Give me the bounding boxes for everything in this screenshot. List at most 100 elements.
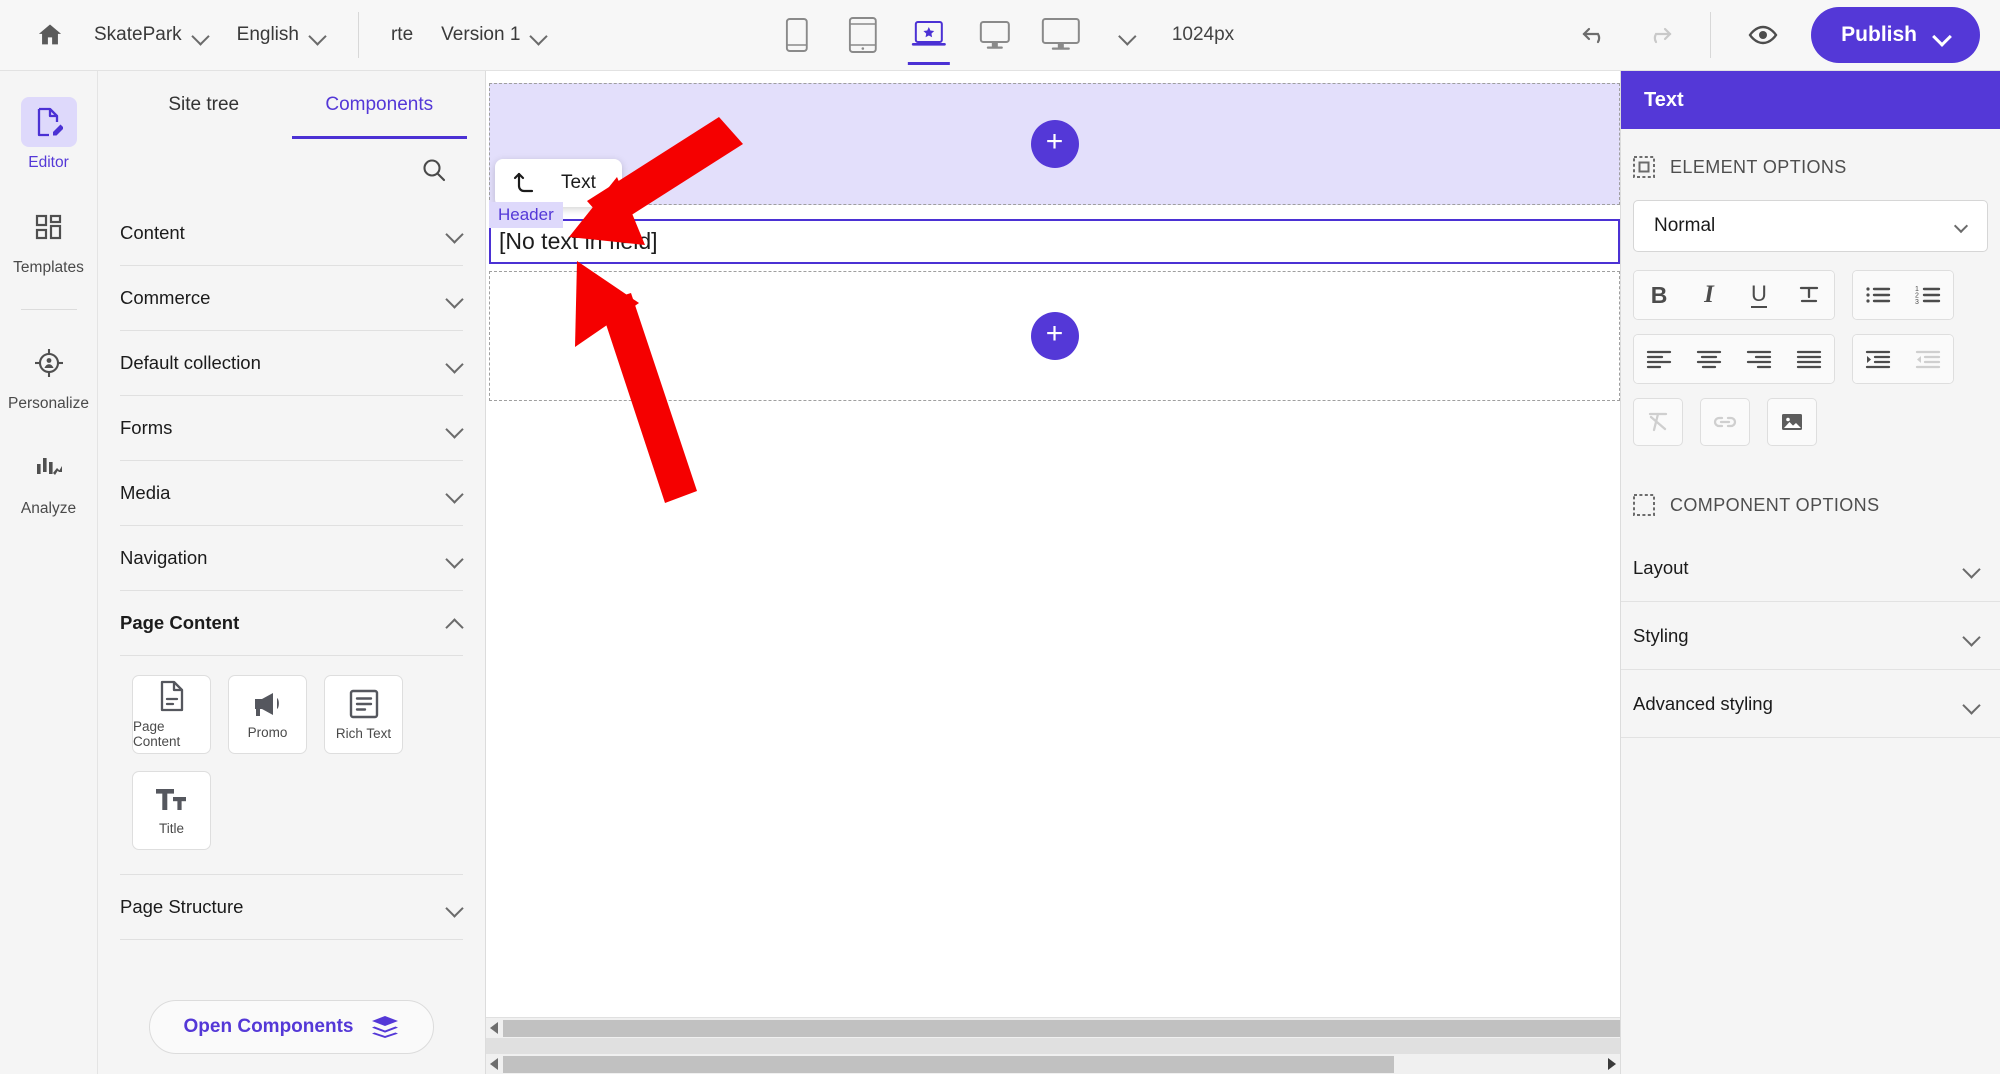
align-center-button[interactable] <box>1684 335 1734 383</box>
italic-button[interactable]: I <box>1684 271 1734 319</box>
site-selector[interactable]: SkatePark <box>80 13 223 57</box>
rail-label-analyze: Analyze <box>21 500 76 518</box>
eye-icon[interactable] <box>1735 7 1791 63</box>
device-mobile-button[interactable] <box>766 5 828 65</box>
rail-item-templates[interactable]: Templates <box>4 202 94 277</box>
selected-element-chip[interactable]: Text <box>495 159 622 207</box>
device-large-desktop-button[interactable] <box>1030 5 1092 65</box>
bulleted-list-button[interactable] <box>1853 271 1903 319</box>
component-card-page-content[interactable]: Page Content <box>132 675 211 754</box>
add-component-button-bottom[interactable]: + <box>1031 312 1079 360</box>
chevron-down-icon <box>446 902 463 912</box>
page-canvas[interactable]: + [No text in field] + Text <box>487 71 1620 1017</box>
scroll-left-arrow-icon[interactable] <box>486 1054 503 1074</box>
scrollbar-thumb[interactable] <box>503 1056 1394 1073</box>
page-name: rte <box>377 13 427 57</box>
home-icon[interactable] <box>20 0 80 71</box>
device-tablet-button[interactable] <box>832 5 894 65</box>
component-section-layout[interactable]: Layout <box>1621 534 2000 602</box>
plus-icon: + <box>1046 127 1064 157</box>
publish-label: Publish <box>1841 23 1917 47</box>
drop-zone-body[interactable]: + <box>489 271 1620 401</box>
svg-text:3: 3 <box>1915 299 1919 305</box>
scroll-left-arrow-icon[interactable] <box>486 1018 503 1039</box>
tab-components-label: Components <box>325 94 433 116</box>
component-card-title[interactable]: Title <box>132 771 211 850</box>
indent-button[interactable] <box>1853 335 1903 383</box>
panel-search-row <box>98 139 485 201</box>
canvas-inner-horizontal-scrollbar[interactable] <box>486 1017 1620 1038</box>
scroll-right-arrow-icon[interactable] <box>1603 1054 1620 1074</box>
viewport-size-dropdown[interactable] <box>1096 5 1158 65</box>
rail-label-personalize: Personalize <box>8 395 89 413</box>
section-forms[interactable]: Forms <box>120 396 463 461</box>
tab-components[interactable]: Components <box>292 71 468 139</box>
device-desktop-button[interactable] <box>964 5 1026 65</box>
component-card-grid: Page Content Promo Rich Text Title <box>120 656 463 875</box>
component-section-styling[interactable]: Styling <box>1621 602 2000 670</box>
list-button-group: 123 <box>1852 270 1954 320</box>
redo-icon[interactable] <box>1630 7 1686 63</box>
drop-zone-header[interactable]: + <box>489 83 1620 205</box>
rail-item-editor[interactable]: Editor <box>4 97 94 172</box>
inspector-header: Text <box>1621 71 2000 129</box>
analyze-icon <box>21 443 77 493</box>
scrollbar-thumb[interactable] <box>503 1020 1620 1037</box>
component-section-advanced-styling[interactable]: Advanced styling <box>1621 670 2000 738</box>
section-page-content[interactable]: Page Content <box>120 591 463 656</box>
search-icon[interactable] <box>421 157 447 183</box>
component-card-promo[interactable]: Promo <box>228 675 307 754</box>
chevron-down-icon <box>1963 563 1980 573</box>
text-field-placeholder: [No text in field] <box>499 228 658 255</box>
section-default-collection[interactable]: Default collection <box>120 331 463 396</box>
toolbar-row-1: B I U 123 <box>1633 270 1988 320</box>
move-up-arrow-icon[interactable] <box>513 171 537 195</box>
chevron-down-icon <box>1954 221 1971 231</box>
add-component-button-top[interactable]: + <box>1031 120 1079 168</box>
canvas-area: + [No text in field] + Text <box>486 71 1620 1074</box>
component-card-label: Title <box>159 821 184 836</box>
insert-link-button[interactable] <box>1700 398 1750 446</box>
section-navigation[interactable]: Navigation <box>120 526 463 591</box>
rail-item-personalize[interactable]: Personalize <box>4 338 94 413</box>
element-box-icon <box>1633 156 1655 178</box>
section-media[interactable]: Media <box>120 461 463 526</box>
device-laptop-button[interactable] <box>898 5 960 65</box>
underline-button[interactable]: U <box>1734 271 1784 319</box>
insert-image-button[interactable] <box>1767 398 1817 446</box>
section-content[interactable]: Content <box>120 201 463 266</box>
component-card-label: Page Content <box>133 719 210 749</box>
clear-formatting-button[interactable] <box>1633 398 1683 446</box>
annotation-arrows <box>487 71 1620 1017</box>
top-toolbar-right: Publish <box>1568 7 2000 63</box>
component-card-rich-text[interactable]: Rich Text <box>324 675 403 754</box>
text-field-editable[interactable]: [No text in field] <box>489 219 1620 264</box>
scrollbar-track[interactable] <box>503 1056 1603 1073</box>
chevron-down-icon <box>309 30 326 40</box>
align-left-button[interactable] <box>1634 335 1684 383</box>
chevron-down-icon <box>446 228 463 238</box>
numbered-list-button[interactable]: 123 <box>1903 271 1953 319</box>
publish-button[interactable]: Publish <box>1811 7 1980 63</box>
language-selector[interactable]: English <box>223 13 340 57</box>
align-right-button[interactable] <box>1734 335 1784 383</box>
bold-button[interactable]: B <box>1634 271 1684 319</box>
undo-icon[interactable] <box>1568 7 1624 63</box>
section-commerce[interactable]: Commerce <box>120 266 463 331</box>
toolbar-row-2 <box>1633 334 1988 384</box>
canvas-outer-horizontal-scrollbar[interactable] <box>486 1053 1620 1074</box>
strikethrough-button[interactable] <box>1784 271 1834 319</box>
tab-site-tree[interactable]: Site tree <box>116 71 292 139</box>
section-label: Content <box>120 222 185 244</box>
element-options-title: ELEMENT OPTIONS <box>1670 157 1847 178</box>
version-selector[interactable]: Version 1 <box>427 13 561 57</box>
panel-footer: Open Components <box>98 980 485 1074</box>
rail-item-analyze[interactable]: Analyze <box>4 443 94 518</box>
text-style-select[interactable]: Normal <box>1633 200 1988 252</box>
scrollbar-track[interactable] <box>503 1020 1620 1037</box>
align-justify-button[interactable] <box>1784 335 1834 383</box>
open-components-button[interactable]: Open Components <box>149 1000 435 1054</box>
outdent-button[interactable] <box>1903 335 1953 383</box>
section-page-structure[interactable]: Page Structure <box>120 875 463 940</box>
scrollbar-gap <box>486 1038 1620 1053</box>
